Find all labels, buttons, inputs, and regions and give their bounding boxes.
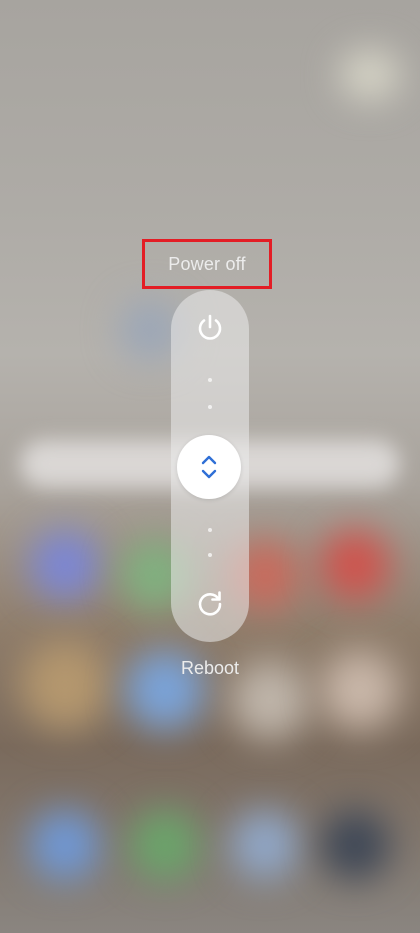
blurred-app-icon [20,640,110,730]
reboot-label[interactable]: Reboot [150,658,270,679]
power-off-label[interactable]: Power off [168,254,246,275]
blurred-dock-icon [30,810,100,880]
blurred-app-icon [320,530,390,600]
blurred-dock-icon [130,810,200,880]
blurred-light-spot [340,50,400,100]
blurred-app-icon [320,650,400,730]
blurred-app-icon [30,530,100,600]
reboot-icon[interactable] [193,587,227,621]
slider-dot [208,528,212,532]
slider-dot [208,553,212,557]
power-icon[interactable] [193,311,227,345]
slider-dot [208,378,212,382]
slider-handle[interactable] [177,435,241,499]
power-off-highlight-box[interactable]: Power off [142,239,272,289]
blurred-dock-icon [320,810,390,880]
up-down-chevron-icon [201,455,217,479]
blurred-dock-icon [230,810,300,880]
slider-dot [208,405,212,409]
